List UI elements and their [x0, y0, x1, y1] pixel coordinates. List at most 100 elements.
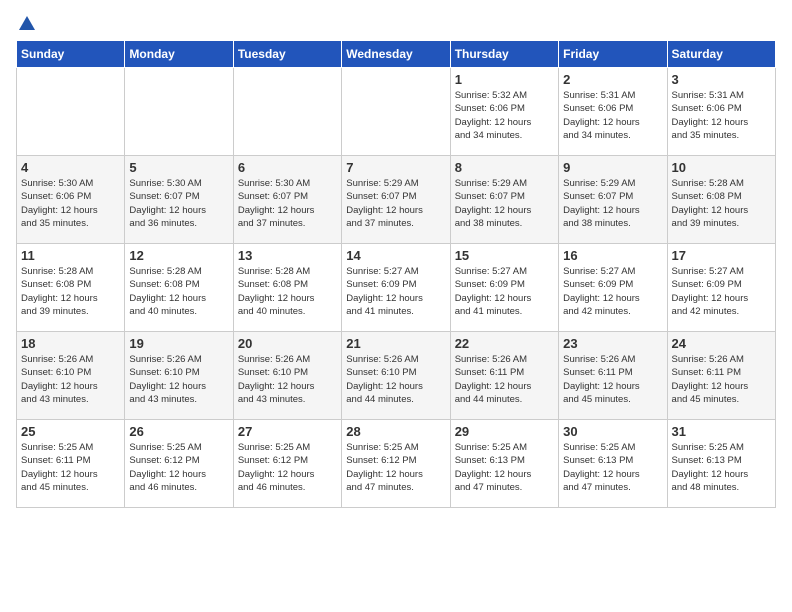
day-info: Sunrise: 5:28 AM Sunset: 6:08 PM Dayligh… — [672, 177, 771, 230]
day-number: 14 — [346, 248, 445, 263]
day-info: Sunrise: 5:26 AM Sunset: 6:10 PM Dayligh… — [346, 353, 445, 406]
day-info: Sunrise: 5:25 AM Sunset: 6:12 PM Dayligh… — [346, 441, 445, 494]
day-number: 15 — [455, 248, 554, 263]
day-info: Sunrise: 5:26 AM Sunset: 6:10 PM Dayligh… — [129, 353, 228, 406]
day-number: 1 — [455, 72, 554, 87]
day-number: 7 — [346, 160, 445, 175]
day-number: 12 — [129, 248, 228, 263]
calendar-cell: 5Sunrise: 5:30 AM Sunset: 6:07 PM Daylig… — [125, 156, 233, 244]
day-number: 28 — [346, 424, 445, 439]
calendar-cell: 28 Sunrise: 5:25 AM Sunset: 6:12 PM Dayli… — [342, 420, 450, 508]
day-number: 20 — [238, 336, 337, 351]
calendar-cell: 1 Sunrise: 5:32 AM Sunset: 6:06 PM Daylig… — [450, 68, 558, 156]
day-number: 2 — [563, 72, 662, 87]
calendar-cell: 18 Sunrise: 5:26 AM Sunset: 6:10 PM Dayli… — [17, 332, 125, 420]
calendar-cell: 22 Sunrise: 5:26 AM Sunset: 6:11 PM Dayli… — [450, 332, 558, 420]
day-info: Sunrise: 5:31 AM Sunset: 6:06 PM Dayligh… — [672, 89, 771, 142]
logo — [16, 16, 35, 28]
day-info: Sunrise: 5:29 AM Sunset: 6:07 PM Dayligh… — [563, 177, 662, 230]
day-number: 17 — [672, 248, 771, 263]
day-info: Sunrise: 5:25 AM Sunset: 6:13 PM Dayligh… — [672, 441, 771, 494]
day-header-sunday: Sunday — [17, 41, 125, 68]
day-number: 13 — [238, 248, 337, 263]
day-info: Sunrise: 5:27 AM Sunset: 6:09 PM Dayligh… — [455, 265, 554, 318]
day-header-thursday: Thursday — [450, 41, 558, 68]
day-info: Sunrise: 5:30 AM Sunset: 6:06 PM Dayligh… — [21, 177, 120, 230]
logo-icon — [19, 16, 35, 30]
day-info: Sunrise: 5:30 AM Sunset: 6:07 PM Dayligh… — [238, 177, 337, 230]
day-number: 10 — [672, 160, 771, 175]
day-info: Sunrise: 5:27 AM Sunset: 6:09 PM Dayligh… — [346, 265, 445, 318]
calendar-cell: 25Sunrise: 5:25 AM Sunset: 6:11 PM Dayli… — [17, 420, 125, 508]
day-number: 11 — [21, 248, 120, 263]
calendar-cell: 10 Sunrise: 5:28 AM Sunset: 6:08 PM Dayli… — [667, 156, 775, 244]
calendar-cell: 21 Sunrise: 5:26 AM Sunset: 6:10 PM Dayli… — [342, 332, 450, 420]
calendar-cell: 3 Sunrise: 5:31 AM Sunset: 6:06 PM Daylig… — [667, 68, 775, 156]
day-info: Sunrise: 5:30 AM Sunset: 6:07 PM Dayligh… — [129, 177, 228, 230]
day-info: Sunrise: 5:28 AM Sunset: 6:08 PM Dayligh… — [238, 265, 337, 318]
calendar-cell: 7 Sunrise: 5:29 AM Sunset: 6:07 PM Daylig… — [342, 156, 450, 244]
calendar-cell: 15 Sunrise: 5:27 AM Sunset: 6:09 PM Dayli… — [450, 244, 558, 332]
day-number: 6 — [238, 160, 337, 175]
day-number: 18 — [21, 336, 120, 351]
day-info: Sunrise: 5:26 AM Sunset: 6:10 PM Dayligh… — [238, 353, 337, 406]
calendar-cell: 9 Sunrise: 5:29 AM Sunset: 6:07 PM Daylig… — [559, 156, 667, 244]
day-number: 31 — [672, 424, 771, 439]
day-info: Sunrise: 5:25 AM Sunset: 6:12 PM Dayligh… — [129, 441, 228, 494]
page-header — [16, 16, 776, 28]
day-number: 23 — [563, 336, 662, 351]
day-info: Sunrise: 5:25 AM Sunset: 6:13 PM Dayligh… — [455, 441, 554, 494]
calendar-cell: 11 Sunrise: 5:28 AM Sunset: 6:08 PM Dayli… — [17, 244, 125, 332]
day-info: Sunrise: 5:28 AM Sunset: 6:08 PM Dayligh… — [21, 265, 120, 318]
calendar-cell — [342, 68, 450, 156]
day-header-saturday: Saturday — [667, 41, 775, 68]
calendar-cell: 4 Sunrise: 5:30 AM Sunset: 6:06 PM Daylig… — [17, 156, 125, 244]
day-info: Sunrise: 5:31 AM Sunset: 6:06 PM Dayligh… — [563, 89, 662, 142]
day-info: Sunrise: 5:27 AM Sunset: 6:09 PM Dayligh… — [672, 265, 771, 318]
day-number: 19 — [129, 336, 228, 351]
day-info: Sunrise: 5:26 AM Sunset: 6:10 PM Dayligh… — [21, 353, 120, 406]
calendar-cell — [125, 68, 233, 156]
day-info: Sunrise: 5:26 AM Sunset: 6:11 PM Dayligh… — [455, 353, 554, 406]
day-number: 8 — [455, 160, 554, 175]
day-info: Sunrise: 5:28 AM Sunset: 6:08 PM Dayligh… — [129, 265, 228, 318]
calendar-cell: 27 Sunrise: 5:25 AM Sunset: 6:12 PM Dayli… — [233, 420, 341, 508]
day-info: Sunrise: 5:26 AM Sunset: 6:11 PM Dayligh… — [672, 353, 771, 406]
day-number: 24 — [672, 336, 771, 351]
calendar-table: SundayMondayTuesdayWednesdayThursdayFrid… — [16, 40, 776, 508]
day-info: Sunrise: 5:25 AM Sunset: 6:12 PM Dayligh… — [238, 441, 337, 494]
day-number: 26 — [129, 424, 228, 439]
calendar-cell: 30Sunrise: 5:25 AM Sunset: 6:13 PM Dayli… — [559, 420, 667, 508]
day-number: 27 — [238, 424, 337, 439]
calendar-cell: 13 Sunrise: 5:28 AM Sunset: 6:08 PM Dayli… — [233, 244, 341, 332]
day-info: Sunrise: 5:29 AM Sunset: 6:07 PM Dayligh… — [455, 177, 554, 230]
calendar-cell: 12 Sunrise: 5:28 AM Sunset: 6:08 PM Dayli… — [125, 244, 233, 332]
day-number: 3 — [672, 72, 771, 87]
day-number: 21 — [346, 336, 445, 351]
calendar-cell: 17 Sunrise: 5:27 AM Sunset: 6:09 PM Dayli… — [667, 244, 775, 332]
calendar-cell: 16 Sunrise: 5:27 AM Sunset: 6:09 PM Dayli… — [559, 244, 667, 332]
day-number: 9 — [563, 160, 662, 175]
day-info: Sunrise: 5:32 AM Sunset: 6:06 PM Dayligh… — [455, 89, 554, 142]
day-header-friday: Friday — [559, 41, 667, 68]
calendar-cell — [233, 68, 341, 156]
calendar-cell — [17, 68, 125, 156]
day-number: 22 — [455, 336, 554, 351]
day-info: Sunrise: 5:29 AM Sunset: 6:07 PM Dayligh… — [346, 177, 445, 230]
calendar-cell: 19 Sunrise: 5:26 AM Sunset: 6:10 PM Dayli… — [125, 332, 233, 420]
day-info: Sunrise: 5:27 AM Sunset: 6:09 PM Dayligh… — [563, 265, 662, 318]
calendar-cell: 24 Sunrise: 5:26 AM Sunset: 6:11 PM Dayli… — [667, 332, 775, 420]
day-header-tuesday: Tuesday — [233, 41, 341, 68]
calendar-cell: 29 Sunrise: 5:25 AM Sunset: 6:13 PM Dayli… — [450, 420, 558, 508]
day-header-monday: Monday — [125, 41, 233, 68]
day-number: 30 — [563, 424, 662, 439]
day-number: 4 — [21, 160, 120, 175]
calendar-cell: 20 Sunrise: 5:26 AM Sunset: 6:10 PM Dayli… — [233, 332, 341, 420]
day-number: 25 — [21, 424, 120, 439]
day-info: Sunrise: 5:26 AM Sunset: 6:11 PM Dayligh… — [563, 353, 662, 406]
day-number: 29 — [455, 424, 554, 439]
calendar-cell: 23 Sunrise: 5:26 AM Sunset: 6:11 PM Dayli… — [559, 332, 667, 420]
day-header-wednesday: Wednesday — [342, 41, 450, 68]
calendar-cell: 14 Sunrise: 5:27 AM Sunset: 6:09 PM Dayli… — [342, 244, 450, 332]
day-number: 16 — [563, 248, 662, 263]
